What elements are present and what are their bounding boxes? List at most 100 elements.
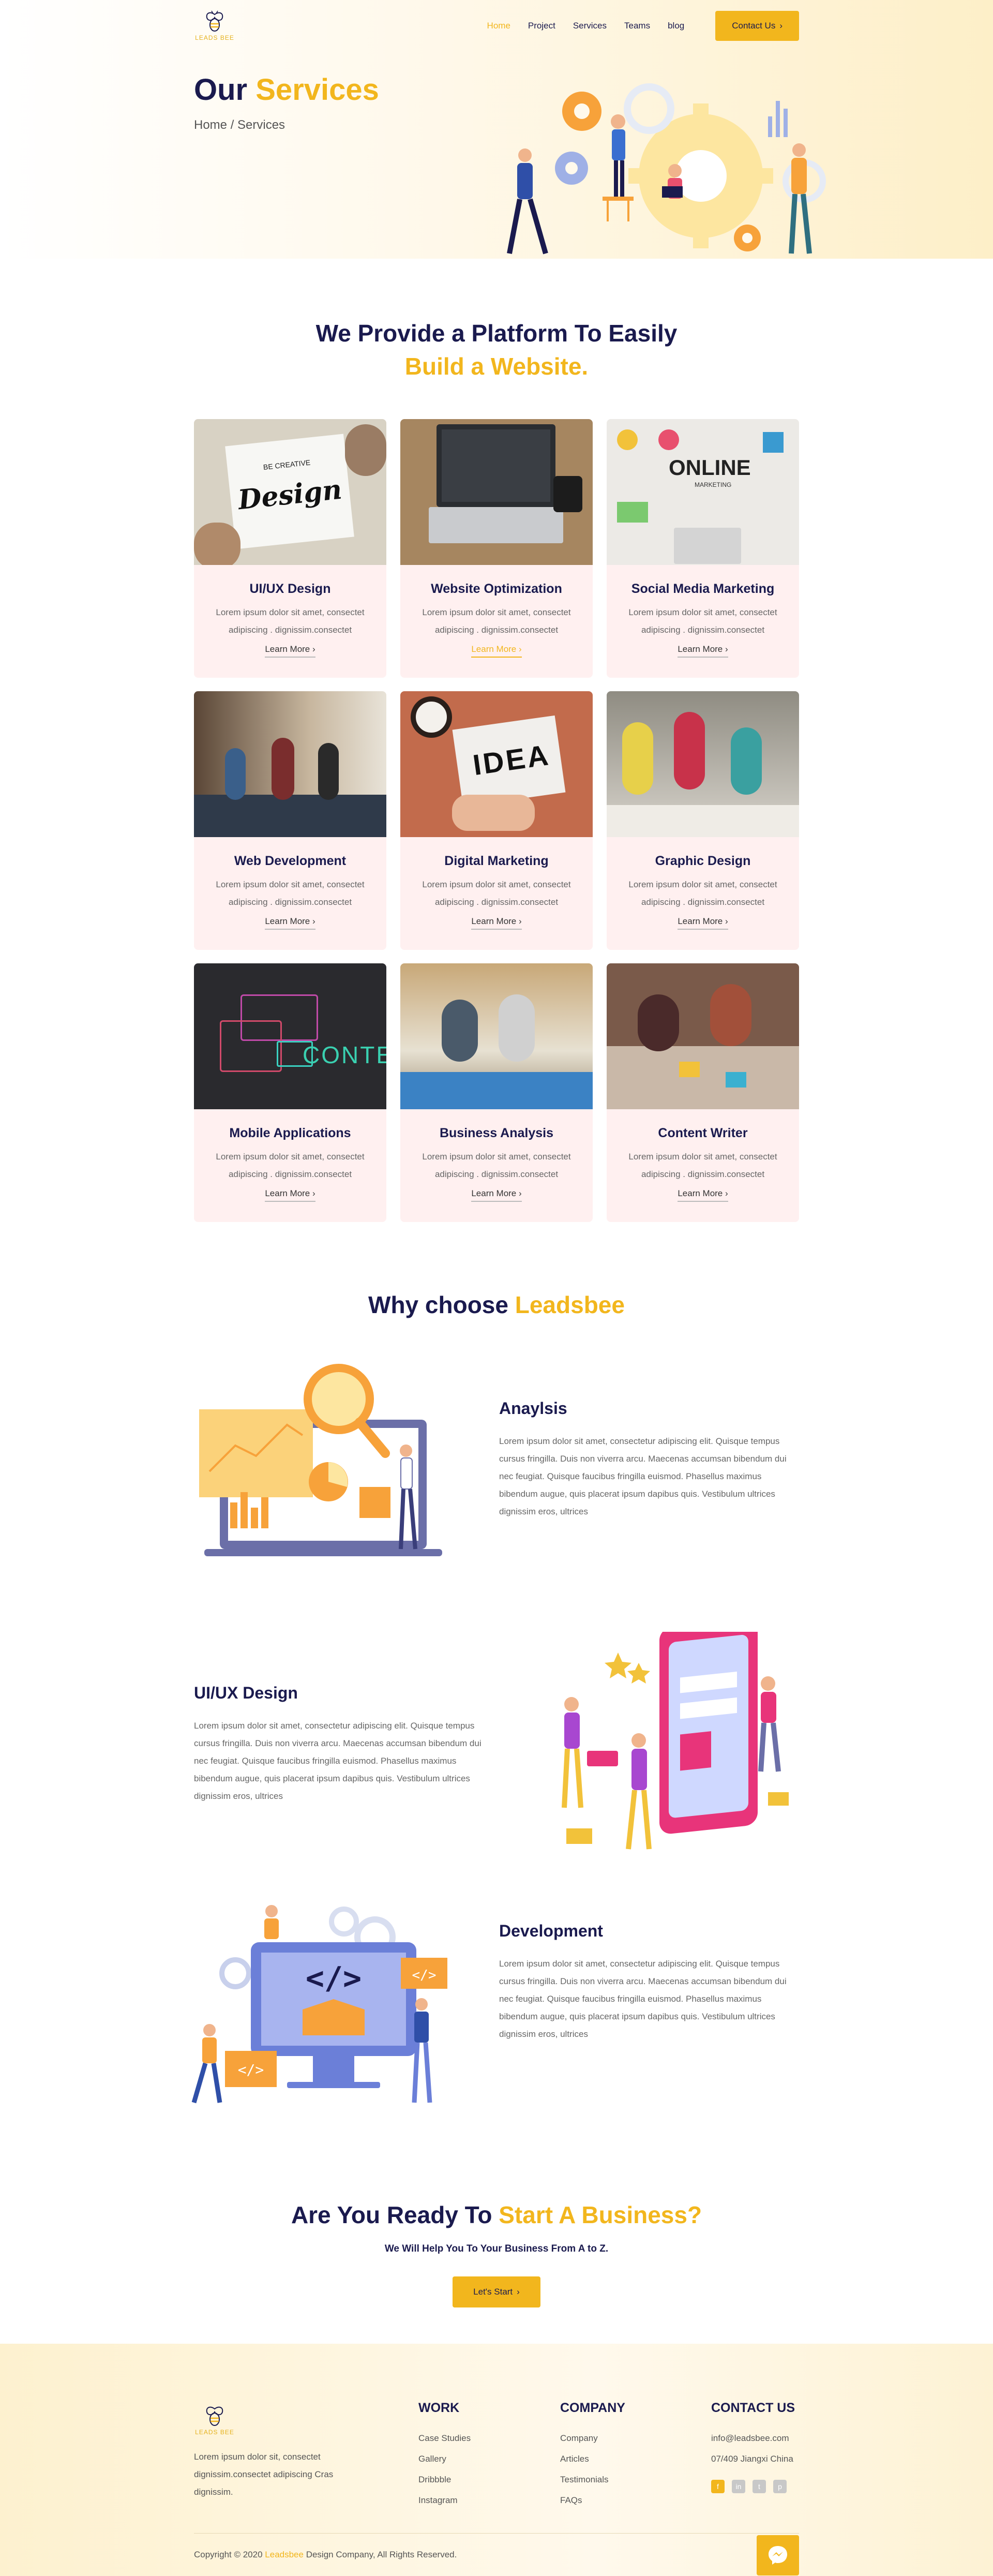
service-card-image [400,419,593,565]
footer-link[interactable]: FAQs [560,2490,625,2511]
learn-more-link[interactable]: Learn More › [265,644,315,658]
feature-uiux: UI/UX Design Lorem ipsum dolor sit amet,… [194,1632,799,1901]
why-title-b: Leadsbee [515,1291,625,1318]
messenger-chat-button[interactable] [757,2535,799,2575]
footer-link[interactable]: Articles [560,2449,625,2469]
footer-link[interactable]: Case Studies [418,2428,471,2449]
learn-more-link[interactable]: Learn More › [471,916,522,930]
footer-work-title: WORK [418,2401,460,2415]
chevron-right-icon: › [312,644,315,654]
footer-link[interactable]: Company [560,2428,625,2449]
logo[interactable]: LEADS BEE [194,10,235,41]
main-menu: Home Project Services Teams blog [487,21,685,31]
copyright-b: Design Company, All Rights Reserved. [306,2550,457,2559]
footer-link[interactable]: Instagram [418,2490,471,2511]
image-text: CONTEN [303,1041,386,1068]
twitter-icon[interactable]: t [753,2480,766,2493]
footer-about: Lorem ipsum dolor sit, consectet digniss… [194,2452,334,2497]
service-card[interactable]: Website Optimization Lorem ipsum dolor s… [400,419,593,678]
service-card-text: Lorem ipsum dolor sit amet, consectet ad… [216,880,365,907]
service-card[interactable]: IDEA Digital Marketing Lorem ipsum dolor… [400,691,593,950]
learn-more-label: Learn More [265,1188,310,1198]
chevron-right-icon: › [779,21,783,31]
logo-text: LEADS BEE [195,34,234,41]
chevron-right-icon: › [312,1188,315,1198]
linkedin-icon[interactable]: in [732,2480,745,2493]
learn-more-link[interactable]: Learn More › [265,1188,315,1202]
learn-more-label: Learn More [471,1188,517,1198]
learn-more-link[interactable]: Learn More › [678,1188,728,1202]
cta-title: Are You Ready To Start A Business? [194,2201,799,2229]
cta-title-a: Are You Ready To [291,2201,492,2228]
service-card-title: Web Development [234,854,347,868]
footer-logo[interactable]: LEADS BEE [194,2405,235,2436]
service-card[interactable]: Content Writer Lorem ipsum dolor sit ame… [607,963,799,1222]
pinterest-icon[interactable]: p [773,2480,787,2493]
service-card-title: Social Media Marketing [631,582,775,596]
service-card[interactable]: BE CREATIVE Design UI/UX Design Lorem ip… [194,419,386,678]
chevron-right-icon: › [519,916,522,926]
learn-more-label: Learn More [265,916,310,926]
service-card[interactable]: ONLINE MARKETING Social Media Marketing … [607,419,799,678]
facebook-icon[interactable]: f [711,2480,725,2493]
chevron-right-icon: › [725,1188,728,1198]
learn-more-label: Learn More [471,644,517,654]
service-card-title: Digital Marketing [444,854,549,868]
learn-more-link[interactable]: Learn More › [471,644,522,658]
chevron-right-icon: › [725,644,728,654]
nav-services[interactable]: Services [573,21,607,31]
service-card[interactable]: Web Development Lorem ipsum dolor sit am… [194,691,386,950]
service-card-title: Graphic Design [655,854,751,868]
service-cards: BE CREATIVE Design UI/UX Design Lorem ip… [194,419,799,1222]
why-title-a: Why choose [368,1291,508,1318]
feature-text: Lorem ipsum dolor sit amet, consectetur … [499,1436,787,1516]
copyright-a: Copyright © 2020 [194,2550,263,2559]
learn-more-link[interactable]: Learn More › [471,1188,522,1202]
uiux-illustration [562,1632,789,1850]
service-card-image: IDEA [400,691,593,837]
service-card-title: UI/UX Design [249,582,331,596]
nav-project[interactable]: Project [528,21,555,31]
footer-company-title: COMPANY [560,2401,625,2415]
service-card-title: Content Writer [658,1126,748,1140]
nav-teams[interactable]: Teams [624,21,650,31]
feature-title: UI/UX Design [194,1684,298,1702]
feature-title: Anaylsis [499,1399,567,1418]
service-card-image [607,963,799,1109]
why-title: Why choose Leadsbee [194,1288,799,1321]
messenger-icon [769,2546,787,2565]
footer-link[interactable]: Dribbble [418,2469,471,2490]
lets-start-button[interactable]: Let's Start › [453,2276,540,2307]
footer-divider [194,2533,799,2534]
chevron-right-icon: › [725,916,728,926]
footer-contact-title: CONTACT US [711,2401,795,2415]
footer-link[interactable]: Gallery [418,2449,471,2469]
svg-text:</>: </> [238,2061,264,2078]
footer-link[interactable]: Testimonials [560,2469,625,2490]
learn-more-link[interactable]: Learn More › [678,644,728,658]
learn-more-link[interactable]: Learn More › [265,916,315,930]
nav-blog[interactable]: blog [668,21,684,31]
service-card[interactable]: Business Analysis Lorem ipsum dolor sit … [400,963,593,1222]
copyright: Copyright © 2020 Leadsbee Design Company… [194,2550,457,2560]
service-card-text: Lorem ipsum dolor sit amet, consectet ad… [216,1152,365,1179]
service-card[interactable]: CONTEN Mobile Applications Lorem ipsum d… [194,963,386,1222]
nav-home[interactable]: Home [487,21,510,31]
svg-text:</>: </> [306,1960,362,1997]
lets-start-label: Let's Start [473,2287,513,2297]
svg-text:</>: </> [412,1968,437,1983]
service-card[interactable]: Graphic Design Lorem ipsum dolor sit ame… [607,691,799,950]
service-card-text: Lorem ipsum dolor sit amet, consectet ad… [422,607,571,635]
feature-title: Development [499,1922,603,1940]
learn-more-link[interactable]: Learn More › [678,916,728,930]
services-title-a: We Provide a Platform To Easily [315,320,678,347]
services-title: We Provide a Platform To Easily Build a W… [194,317,799,383]
analysis-illustration [199,1364,442,1556]
service-card-text: Lorem ipsum dolor sit amet, consectet ad… [628,880,777,907]
logo-text: LEADS BEE [195,2429,234,2436]
footer-email[interactable]: info@leadsbee.com [711,2428,795,2449]
image-caption: BE CREATIVE [263,458,311,472]
learn-more-label: Learn More [678,916,723,926]
service-card-image [607,691,799,837]
service-card-title: Mobile Applications [229,1126,351,1140]
